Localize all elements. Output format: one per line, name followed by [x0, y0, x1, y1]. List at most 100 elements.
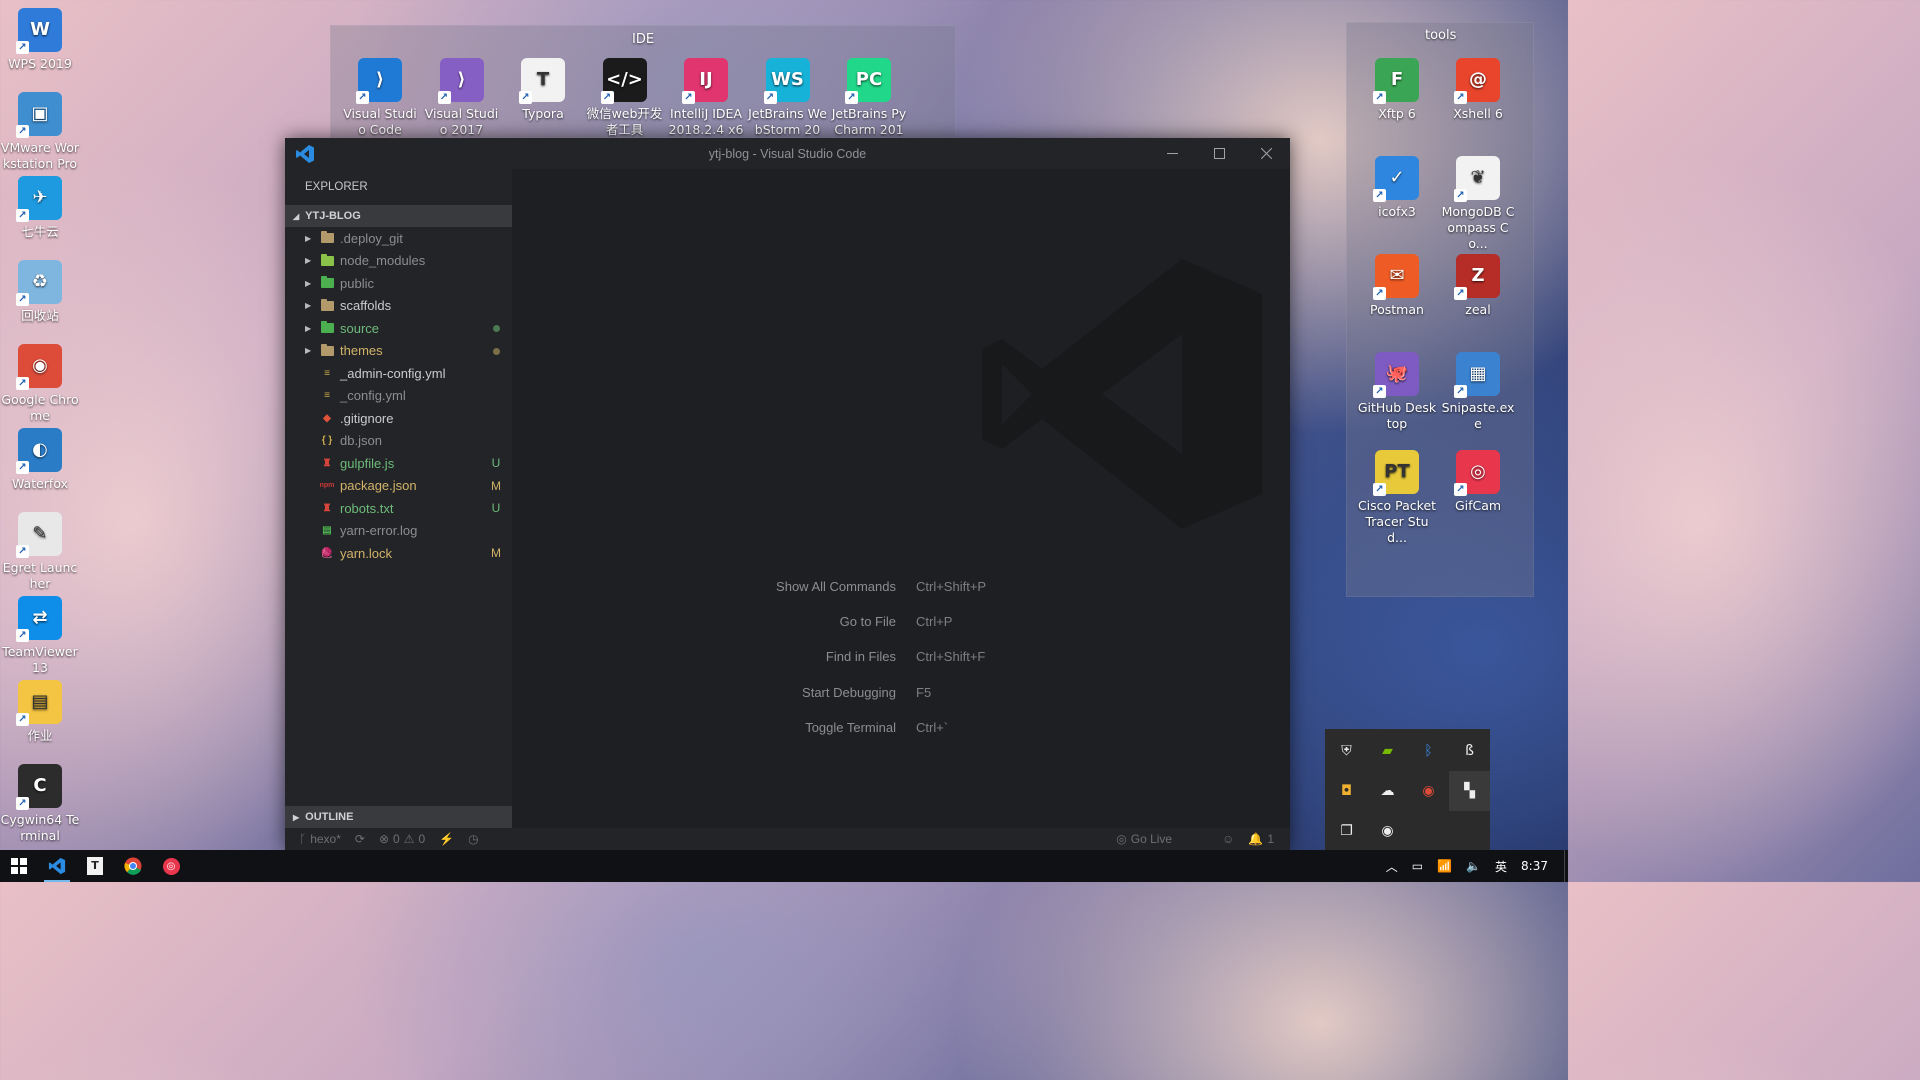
desktop-shortcut[interactable]: ◉Google Chrome: [0, 344, 80, 424]
eye-icon[interactable]: ◉: [1367, 811, 1408, 851]
bluetooth-icon[interactable]: ᛒ: [1408, 731, 1449, 771]
tree-folder[interactable]: ▶ scaffolds: [285, 295, 512, 318]
tree-folder[interactable]: ▶ .deploy_git: [285, 227, 512, 250]
folder-icon: [319, 276, 335, 290]
taskbar-typora[interactable]: T: [76, 850, 114, 882]
desktop-shortcut[interactable]: Zzeal: [1438, 254, 1518, 318]
desktop-shortcut-label: Snipaste.exe: [1441, 400, 1515, 431]
webstorm-icon: WS: [763, 58, 810, 104]
close-button[interactable]: [1243, 138, 1290, 169]
desktop-shortcut[interactable]: ♻ 回收站: [0, 260, 80, 324]
volume-icon[interactable]: 🔈: [1466, 859, 1481, 873]
desktop-shortcut[interactable]: W WPS 2019: [0, 8, 80, 72]
tree-file[interactable]: ≡ _admin-config.yml: [285, 362, 512, 385]
title-bar[interactable]: ytj-blog - Visual Studio Code: [285, 138, 1290, 169]
desktop-shortcut-label: WPS 2019: [8, 56, 72, 71]
log-file-icon: ▤: [322, 525, 332, 537]
ide-fence-title: IDE: [632, 32, 655, 47]
minimize-button[interactable]: [1149, 138, 1196, 169]
desktop-shortcut[interactable]: ✈ 七牛云: [0, 176, 80, 240]
taskbar: T ◎ ︿ ▭ 📶 🔈 英 8:37: [0, 850, 1568, 882]
show-desktop-button[interactable]: [1564, 850, 1568, 882]
app-tray-icon[interactable]: ◘: [1326, 771, 1367, 811]
maximize-button[interactable]: [1196, 138, 1243, 169]
desktop-shortcut[interactable]: ◐ Waterfox: [0, 428, 80, 492]
desktop-shortcut[interactable]: ▦Snipaste.exe: [1438, 352, 1518, 432]
desktop-shortcut[interactable]: ◎ GifCam: [1438, 450, 1518, 514]
nvidia-icon[interactable]: ▰: [1367, 731, 1408, 771]
desktop-shortcut[interactable]: ⟩Visual Studio 2017: [422, 58, 502, 138]
security-shield-icon[interactable]: ⛨: [1326, 731, 1367, 771]
clock-button[interactable]: ◷: [468, 832, 478, 846]
clock[interactable]: 8:37: [1521, 859, 1548, 873]
desktop-shortcut[interactable]: PCJetBrains PyCharm 201: [829, 58, 909, 138]
gifcam-icon: ◎: [1454, 450, 1500, 496]
tree-file[interactable]: npm package.json M: [285, 475, 512, 498]
desktop-shortcut[interactable]: @ Xshell 6: [1438, 58, 1518, 122]
onedrive-icon[interactable]: ☁: [1367, 771, 1408, 811]
tree-file[interactable]: ◆ .gitignore: [285, 407, 512, 430]
git-status-badge: U: [491, 456, 501, 471]
editor-area[interactable]: Show All Commands Ctrl+Shift+P Go to File C…: [512, 169, 1290, 828]
desktop-shortcut[interactable]: ▣VMware Workstation Pro: [0, 92, 80, 172]
chevron-right-icon: ▶: [305, 256, 312, 266]
tree-folder[interactable]: ▶ node_modules: [285, 250, 512, 273]
notifications-button[interactable]: 🔔 1: [1248, 832, 1274, 846]
visual-studio-icon: ⟩: [437, 58, 484, 104]
desktop-shortcut[interactable]: CCygwin64 Terminal: [0, 764, 80, 844]
tree-folder[interactable]: ▶ source: [285, 317, 512, 340]
sync-icon: ⟳: [354, 832, 365, 846]
outline-section-header[interactable]: ▶ OUTLINE: [285, 806, 512, 828]
tree-file[interactable]: ♜ gulpfile.js U: [285, 452, 512, 475]
chevron-right-icon: ▶: [305, 301, 312, 311]
notification-count: 1: [1267, 832, 1274, 846]
robot-file-icon: ♜: [322, 502, 332, 514]
desktop-shortcut[interactable]: T Typora: [503, 58, 583, 122]
desktop-shortcut[interactable]: ✎Egret Launcher: [0, 512, 80, 592]
battery-icon[interactable]: ▭: [1412, 859, 1423, 873]
branch-status[interactable]: ᚴ hexo*: [299, 832, 341, 846]
git-file-icon: ◆: [323, 412, 331, 424]
sync-button[interactable]: ⟳: [355, 832, 365, 846]
desktop-shortcut[interactable]: </>微信web开发者工具: [585, 58, 665, 138]
problems-status[interactable]: ⊗ 0 ⚠ 0: [379, 832, 425, 846]
go-live-button[interactable]: ◎ Go Live: [1116, 832, 1172, 846]
desktop-shortcut[interactable]: ▤ 作业: [0, 680, 80, 744]
desktop-shortcut[interactable]: ❦MongoDB Compass Co...: [1438, 156, 1518, 252]
desktop-shortcut[interactable]: PTCisco Packet Tracer Stud...: [1357, 450, 1437, 546]
desktop-shortcut[interactable]: WSJetBrains WebStorm 20: [748, 58, 828, 138]
feedback-button[interactable]: ☺: [1222, 832, 1234, 846]
project-section-header[interactable]: ◢ YTJ-BLOG: [285, 205, 512, 227]
tree-file[interactable]: 🧶 yarn.lock M: [285, 542, 512, 565]
chrome-tray-icon[interactable]: ◉: [1408, 771, 1449, 811]
tree-file[interactable]: ▤ yarn-error.log: [285, 520, 512, 543]
system-tray: ︿ ▭ 📶 🔈 英 8:37: [1379, 850, 1568, 882]
ime-indicator[interactable]: 英: [1495, 858, 1507, 875]
bell-icon: 🔔: [1248, 832, 1264, 846]
ime-tool-icon[interactable]: ß: [1449, 731, 1490, 771]
wifi-icon[interactable]: 📶: [1437, 859, 1452, 873]
taskbar-vscode[interactable]: [38, 850, 76, 882]
snipaste-tray-icon[interactable]: ▚: [1449, 771, 1490, 811]
tree-folder[interactable]: ▶ public: [285, 272, 512, 295]
tree-folder[interactable]: ▶ themes: [285, 340, 512, 363]
start-button[interactable]: [0, 850, 38, 882]
tree-file[interactable]: ♜ robots.txt U: [285, 497, 512, 520]
taskbar-chrome[interactable]: [114, 850, 152, 882]
desktop-shortcut[interactable]: ⟩Visual Studio Code: [340, 58, 420, 138]
desktop-shortcut[interactable]: ✉ Postman: [1357, 254, 1437, 318]
lightning-button[interactable]: ⚡: [439, 832, 454, 846]
windows-copy-icon[interactable]: ❐: [1326, 811, 1367, 851]
taskbar-gifcam[interactable]: ◎: [152, 850, 190, 882]
chevron-up-icon[interactable]: ︿: [1386, 858, 1398, 875]
shortcut-command: Show All Commands: [776, 579, 896, 595]
desktop-shortcut[interactable]: ⇄TeamViewer 13: [0, 596, 80, 676]
tree-file[interactable]: { } db.json: [285, 430, 512, 453]
egret-icon: ✎: [16, 512, 62, 558]
desktop-shortcut[interactable]: 🐙GitHub Desktop: [1357, 352, 1437, 432]
tree-file[interactable]: ≡ _config.yml: [285, 385, 512, 408]
desktop-shortcut[interactable]: F Xftp 6: [1357, 58, 1437, 122]
desktop-shortcut-label: Postman: [1370, 302, 1424, 317]
desktop-shortcut[interactable]: ✓ icofx3: [1357, 156, 1437, 220]
tree-item-label: scaffolds: [340, 298, 392, 314]
